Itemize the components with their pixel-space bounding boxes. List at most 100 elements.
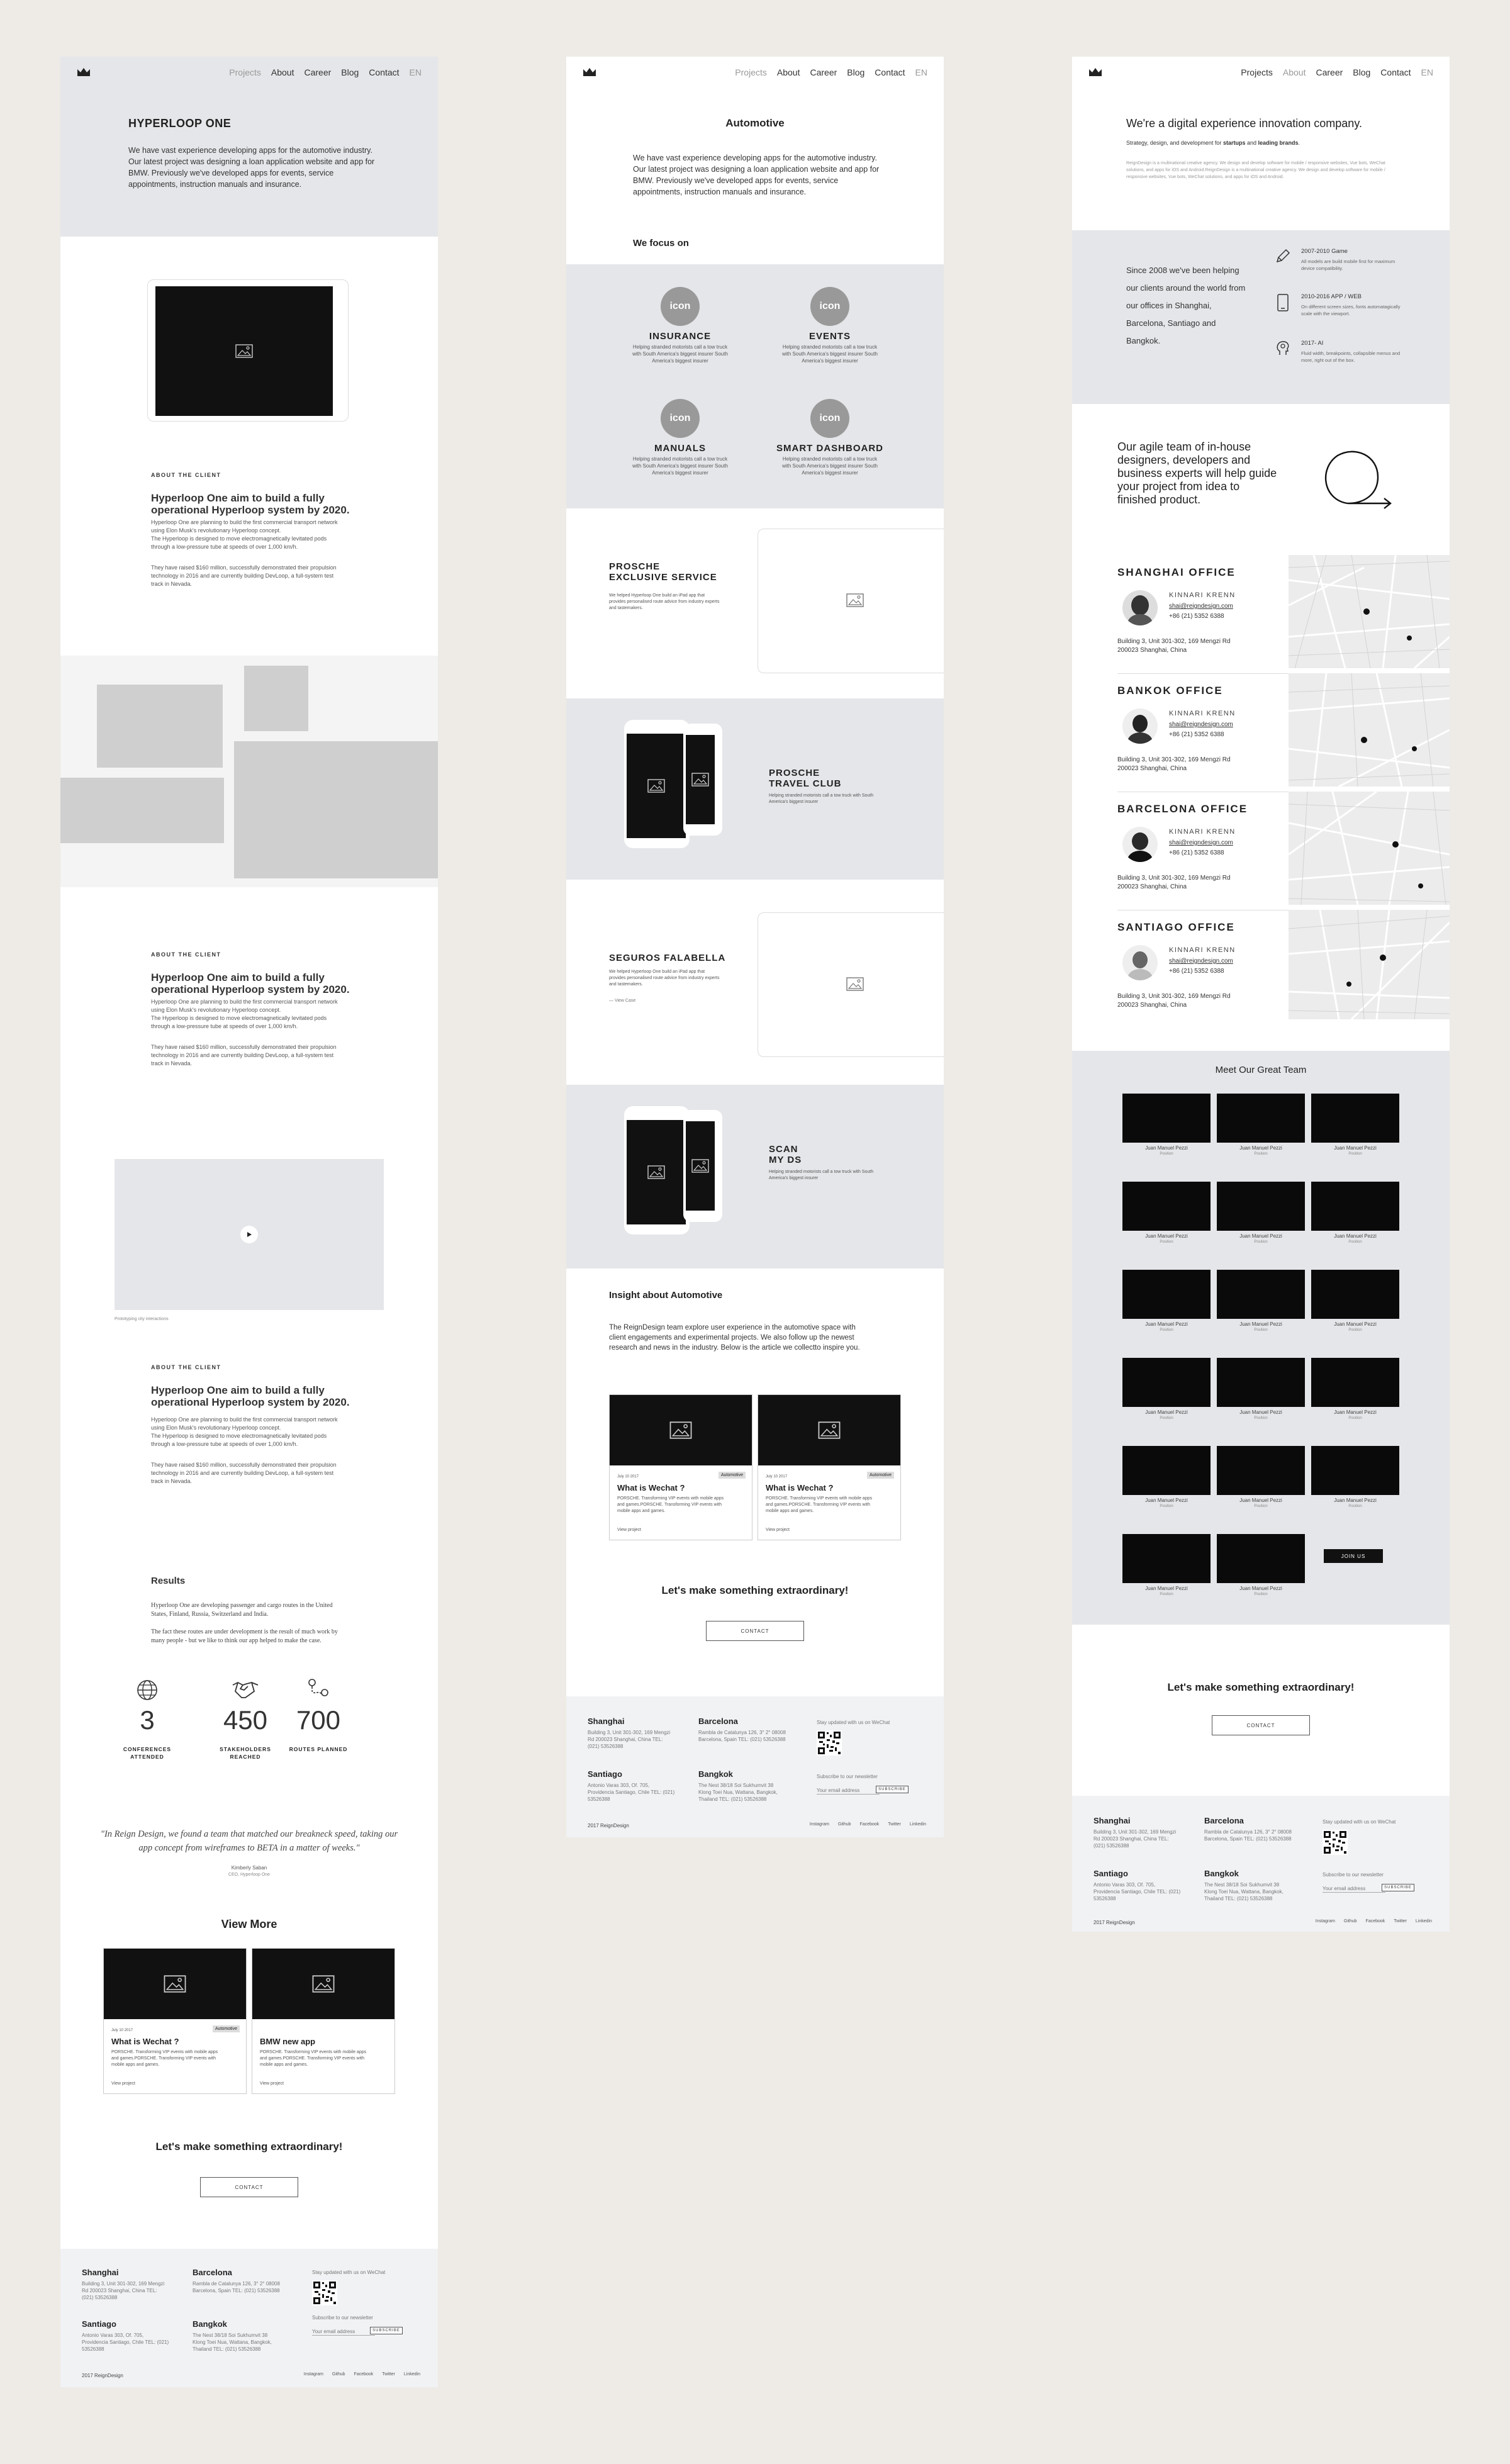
contact-email[interactable]: shai@reigndesign.com: [1169, 603, 1233, 610]
project-seguros-falabella[interactable]: SEGUROS FALABELLA We helped Hyperloop On…: [566, 883, 944, 1085]
focus-heading: We focus on: [633, 238, 689, 249]
crown-icon[interactable]: [1088, 67, 1102, 77]
social-link[interactable]: Twitter: [888, 1822, 901, 1827]
article-card[interactable]: BMW new app PORSCHE. Transforming VIP ev…: [252, 1948, 395, 2094]
image-placeholder: [686, 1121, 715, 1211]
office-address: 200023 Shanghai, China: [1117, 1002, 1187, 1009]
social-link[interactable]: Facebook: [354, 2372, 374, 2377]
site-footer: Shanghai Building 3, Unit 301-302, 169 M…: [1072, 1796, 1450, 1932]
team-member-photo[interactable]: [1217, 1094, 1305, 1143]
email-input[interactable]: Your email address: [817, 1787, 880, 1795]
nav-blog[interactable]: Blog: [847, 67, 864, 77]
office-map[interactable]: [1289, 673, 1450, 787]
team-member-photo[interactable]: [1311, 1270, 1399, 1319]
nav-contact[interactable]: Contact: [875, 67, 905, 77]
contact-button[interactable]: CONTACT: [200, 2177, 298, 2197]
contact-email[interactable]: shai@reigndesign.com: [1169, 839, 1233, 846]
social-link[interactable]: Facebook: [860, 1822, 880, 1827]
team-member-photo[interactable]: [1122, 1358, 1211, 1407]
office-map[interactable]: [1289, 792, 1450, 905]
project-prosche-exclusive[interactable]: PROSCHE EXCLUSIVE SERVICE We helped Hype…: [566, 515, 944, 698]
social-link[interactable]: Github: [332, 2372, 345, 2377]
nav-contact[interactable]: Contact: [1380, 67, 1411, 77]
footer-city: Shanghai: [588, 1716, 625, 1726]
since-text: Since 2008 we've been helping our client…: [1126, 266, 1246, 345]
team-member-photo[interactable]: [1122, 1094, 1211, 1143]
team-member-photo[interactable]: [1217, 1534, 1305, 1583]
office-map[interactable]: [1289, 555, 1450, 668]
nav-career[interactable]: Career: [304, 67, 331, 77]
team-member-photo[interactable]: [1311, 1446, 1399, 1495]
social-link[interactable]: Linkedin: [910, 1822, 926, 1827]
crown-icon[interactable]: [77, 67, 91, 77]
article-card[interactable]: July 10 2017 Automotive What is Wechat ?…: [758, 1394, 901, 1540]
contact-button[interactable]: CONTACT: [706, 1621, 804, 1641]
project-prosche-travel[interactable]: PROSCHE TRAVEL CLUB Helping stranded mot…: [566, 698, 944, 880]
section-label: ABOUT THE CLIENT: [151, 472, 221, 478]
social-link[interactable]: Facebook: [1366, 1919, 1385, 1924]
card-link[interactable]: View project: [260, 2080, 284, 2088]
office-map[interactable]: [1289, 910, 1450, 1019]
card-link[interactable]: View project: [766, 1526, 790, 1534]
team-member-name: Juan Manuel Pezzi: [1239, 1498, 1282, 1503]
contact-button[interactable]: CONTACT: [1212, 1715, 1310, 1735]
nav-about[interactable]: About: [1283, 67, 1306, 77]
team-member-photo[interactable]: [1217, 1358, 1305, 1407]
nav-career[interactable]: Career: [810, 67, 837, 77]
nav-about[interactable]: About: [271, 67, 294, 77]
contact-email[interactable]: shai@reigndesign.com: [1169, 958, 1233, 965]
nav-blog[interactable]: Blog: [341, 67, 359, 77]
social-link[interactable]: Twitter: [1394, 1919, 1407, 1924]
card-link[interactable]: View project: [111, 2080, 135, 2088]
nav-projects[interactable]: Projects: [1241, 67, 1273, 77]
phone-mockup: [683, 1110, 722, 1222]
team-member-photo[interactable]: [1217, 1446, 1305, 1495]
social-link[interactable]: Github: [838, 1822, 851, 1827]
contact-email[interactable]: shai@reigndesign.com: [1169, 721, 1233, 728]
crown-icon[interactable]: [583, 67, 596, 77]
social-link[interactable]: Instagram: [304, 2372, 323, 2377]
subscribe-button[interactable]: SUBSCRIBE: [876, 1786, 909, 1793]
team-member-photo[interactable]: [1122, 1446, 1211, 1495]
footer-city: Barcelona: [1204, 1816, 1244, 1825]
subscribe-button[interactable]: SUBSCRIBE: [1382, 1884, 1414, 1891]
project-scan-my-ds[interactable]: SCAN MY DS Helping stranded motorists ca…: [566, 1085, 944, 1268]
view-case-link[interactable]: — View Case: [609, 997, 635, 1005]
team-member-photo[interactable]: [1122, 1534, 1211, 1583]
social-link[interactable]: Twitter: [382, 2372, 395, 2377]
social-link[interactable]: Github: [1344, 1919, 1357, 1924]
nav-lang[interactable]: EN: [1421, 67, 1433, 77]
team-member-photo[interactable]: [1217, 1270, 1305, 1319]
card-title: What is Wechat ?: [766, 1483, 834, 1492]
article-card[interactable]: July 10 2017 Automotive What is Wechat ?…: [609, 1394, 752, 1540]
nav-blog[interactable]: Blog: [1353, 67, 1370, 77]
email-input[interactable]: Your email address: [312, 2328, 375, 2336]
card-link[interactable]: View project: [617, 1526, 641, 1534]
team-member-photo[interactable]: [1311, 1182, 1399, 1231]
nav-projects[interactable]: Projects: [229, 67, 261, 77]
play-icon[interactable]: [240, 1226, 258, 1243]
team-member-photo[interactable]: [1311, 1094, 1399, 1143]
join-us-button[interactable]: JOIN US: [1324, 1549, 1383, 1563]
team-member-photo[interactable]: [1122, 1182, 1211, 1231]
nav-projects[interactable]: Projects: [735, 67, 767, 77]
nav-career[interactable]: Career: [1316, 67, 1343, 77]
email-input[interactable]: Your email address: [1323, 1885, 1385, 1893]
team-member-photo[interactable]: [1217, 1182, 1305, 1231]
video-player[interactable]: [115, 1159, 384, 1310]
nav-about[interactable]: About: [777, 67, 800, 77]
article-card[interactable]: July 10 2017 Automotive What is Wechat ?…: [103, 1948, 247, 2094]
section-heading: Hyperloop One aim to build a fully opera…: [151, 492, 350, 516]
tablet-frame: [147, 279, 349, 422]
social-link[interactable]: Instagram: [810, 1822, 829, 1827]
nav-lang[interactable]: EN: [410, 67, 422, 77]
nav-contact[interactable]: Contact: [369, 67, 399, 77]
social-link[interactable]: Instagram: [1316, 1919, 1335, 1924]
social-link[interactable]: Linkedin: [1416, 1919, 1432, 1924]
phone-mockup: [683, 724, 722, 836]
nav-lang[interactable]: EN: [915, 67, 927, 77]
subscribe-button[interactable]: SUBSCRIBE: [370, 2327, 403, 2334]
social-link[interactable]: Linkedin: [404, 2372, 420, 2377]
team-member-photo[interactable]: [1122, 1270, 1211, 1319]
team-member-photo[interactable]: [1311, 1358, 1399, 1407]
